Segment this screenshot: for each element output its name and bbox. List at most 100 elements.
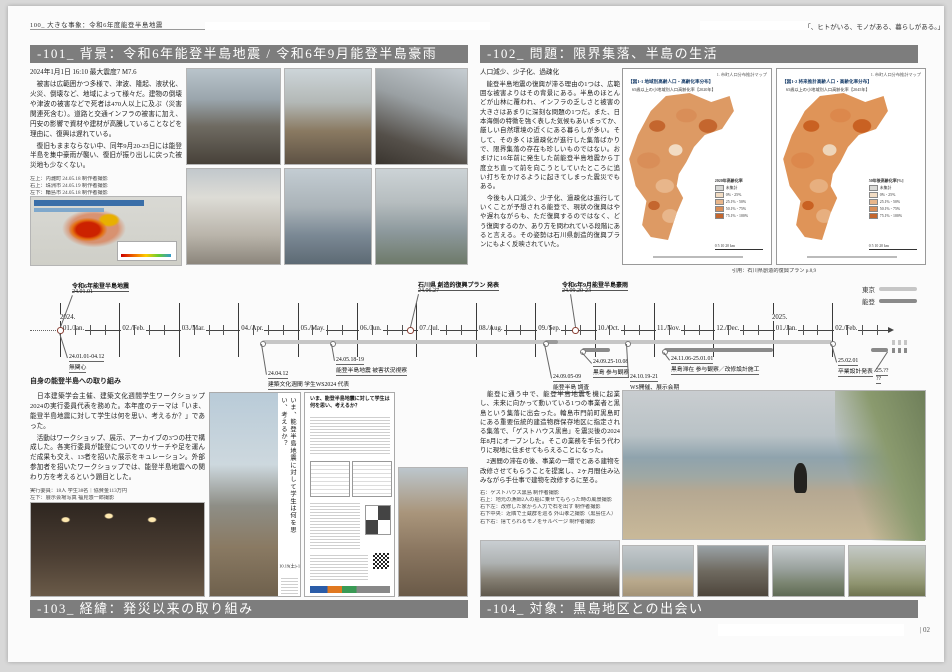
day-tick <box>194 325 195 335</box>
person-figure <box>794 463 807 493</box>
section-103-text: 日本建築学会主催、建築文化週間学生ワークショップ2024の実行委員代表を務めた。… <box>30 392 205 509</box>
month-tick <box>179 303 180 357</box>
day-tick <box>862 325 863 335</box>
day-tick <box>743 325 744 335</box>
section-104-paragraphs: 能登に通う中で、能登半島地震を機に起業し、未来に向かって動いている1つの事業者と… <box>480 390 620 485</box>
event-date: 24.01.01-04.12 <box>69 354 104 362</box>
caption-line: 左下：展示会場写真 福見悠一郎撮影 <box>30 495 205 502</box>
day-tick <box>609 325 610 335</box>
year-label: 2025. <box>772 314 787 321</box>
day-tick <box>387 325 388 335</box>
day-tick <box>847 325 848 335</box>
seismic-map-title-bar <box>34 200 144 206</box>
paragraph: 日本建築学会主催、建築文化週間学生ワークショップ2024の実行委員代表を務めた。… <box>30 392 205 432</box>
day-tick <box>253 325 254 335</box>
map-figure-2020: 1. 市町人口分布推計マップ 【図1-1 地域別高齢人口・高齢化率分布】 65歳… <box>622 68 772 265</box>
bar-continuation-dash <box>904 348 907 353</box>
map-subtitle: 65歳以上の小地域別人口高齢化率【2045年】 <box>786 87 870 93</box>
leader-line <box>60 295 73 327</box>
map-legend-row: 0% - 25% <box>869 192 904 198</box>
day-tick <box>342 325 343 335</box>
map-legend-row: 0% - 25% <box>715 192 748 198</box>
caption-line: 右：ゲストハウス黒島 制作者撮影 <box>480 490 620 497</box>
day-tick <box>699 325 700 335</box>
event-date: 24.11.06-25.01.01 <box>671 356 713 364</box>
map-legend-row: 50.1% - 75% <box>715 206 748 212</box>
day-tick <box>565 325 566 335</box>
photo-damage-wajima-2 <box>186 168 281 265</box>
bar-continuation-dash <box>892 340 895 345</box>
photo-small-salvage <box>848 545 926 597</box>
timeline-bar <box>871 348 888 352</box>
day-tick <box>669 325 670 335</box>
day-tick <box>209 325 210 335</box>
day-tick <box>372 325 373 335</box>
day-tick <box>506 325 507 335</box>
section-103-heading: 自身の能登半島への取り組み <box>30 376 121 386</box>
leader-line <box>570 294 576 327</box>
maps-citation: 引用：石川県創造的復興プラン p.8,9 <box>622 268 926 275</box>
day-tick <box>149 325 150 335</box>
caption-line: 実行委員：18人 学生38名｜協賛金113万円 <box>30 488 205 495</box>
map-source-line <box>653 256 743 258</box>
timeline-legend-row: 東京 <box>862 284 917 294</box>
map-source-line <box>807 256 897 258</box>
photo-small-walk <box>772 545 845 597</box>
map-legend-title: 50年後高齢化率[%] <box>869 178 904 184</box>
caption-line: 右下中央：近隣で土蔵群を巡る 外山孝之撮影（黒島住人） <box>480 511 620 518</box>
event-title: 黒島 参与観察 <box>593 367 629 378</box>
section-102-title: -102_ 問題：限界集落、半島の生活 <box>480 45 918 63</box>
caption-line: 左上：内灘町 24.05.18 制作者撮影 <box>30 176 182 183</box>
day-tick <box>684 325 685 335</box>
map-legend: 50年後高齢化率[%] 未集計0% - 25%25.1% - 50%50.1% … <box>869 178 904 220</box>
flyer-qr-code <box>373 553 389 569</box>
day-tick <box>75 325 76 335</box>
day-tick <box>446 325 447 335</box>
section-101-paragraphs: 被害は広範囲かつ多様で、津波、隆起、液状化、火災、倒壊など、地域によって様々だ。… <box>30 80 182 171</box>
timeline-bar <box>582 348 610 352</box>
leader-line <box>261 344 267 375</box>
flyer-schedule-table <box>310 461 350 497</box>
map-legend-row: 75.1% - 100% <box>869 213 904 219</box>
page-number: | 02 <box>895 626 930 634</box>
event-date: 24.05.18-19 <box>336 357 364 365</box>
month-tick <box>476 303 477 357</box>
day-tick <box>268 325 269 335</box>
event-date: 24.09.05-09 <box>553 374 581 382</box>
event-title: 無関心 <box>69 362 86 373</box>
day-tick <box>580 325 581 335</box>
map-title: 【図1-1 地域別高齢人口・高齢化率分布】 <box>628 79 713 85</box>
paragraph: 活動はワークショップ、展示、アーカイブの3つの柱で構成した。各実行委員が能登につ… <box>30 434 205 483</box>
footer-highlight-box <box>718 624 904 636</box>
paragraph: 能登に通う中で、能登半島地震を機に起業し、未来に向かって動いている1つの事業者と… <box>480 390 620 455</box>
section-104-captions: 右：ゲストハウス黒島 制作者撮影右上：地元の漁師2人の船に乗せてもらった時の風景… <box>480 490 620 525</box>
photo-river <box>375 168 468 265</box>
bar-continuation-dash <box>892 348 895 353</box>
day-tick <box>431 325 432 335</box>
flyer-back: いま、能登半島地震に対して学生は何を思い、考えるか？ <box>304 392 395 597</box>
timeline: 01./Jan.02./Feb.03./Mar.04./Apr.05./May.… <box>30 278 930 390</box>
photo-damage-suzu <box>284 68 372 165</box>
day-tick <box>402 325 403 335</box>
caption-line: 右下左：改修した家から人力で石を出す 制作者撮影 <box>480 504 620 511</box>
caption-line: 右上：珠洲市 24.05.19 制作者撮影 <box>30 183 182 190</box>
section-102-lead: 人口減少、少子化、過疎化 <box>480 68 620 78</box>
leader-line <box>581 352 592 364</box>
day-tick <box>90 325 91 335</box>
photo-small-beach <box>622 545 694 597</box>
month-tick <box>654 303 655 357</box>
map-legend-row: 25.1% - 50% <box>869 199 904 205</box>
event-title: 卒業設計発表 <box>838 366 873 377</box>
coast-hill <box>835 391 925 541</box>
map-legend-rows: 未集計0% - 25%25.1% - 50%50.1% - 75%75.1% -… <box>715 185 748 219</box>
month-tick <box>535 303 536 357</box>
map-scalebar: 0 5 10 20 km <box>869 244 917 250</box>
paragraph: 能登半島地震の復興が滞る理由の1つは、広範囲な被害よりはその背景にある。半島のほ… <box>480 80 620 192</box>
bar-continuation-dash <box>904 340 907 345</box>
seismic-legend-scale <box>121 254 171 257</box>
event-date: 24.09.25-10.08 <box>593 359 628 367</box>
axis-arrow <box>888 327 894 333</box>
flyer-logo-strip <box>310 586 390 593</box>
flyer-vertical-title: いま、能登半島地震に対して学生は何を思い、考えるか？ <box>279 397 297 547</box>
map-scalebar: 0 5 10 20 km <box>715 244 763 250</box>
